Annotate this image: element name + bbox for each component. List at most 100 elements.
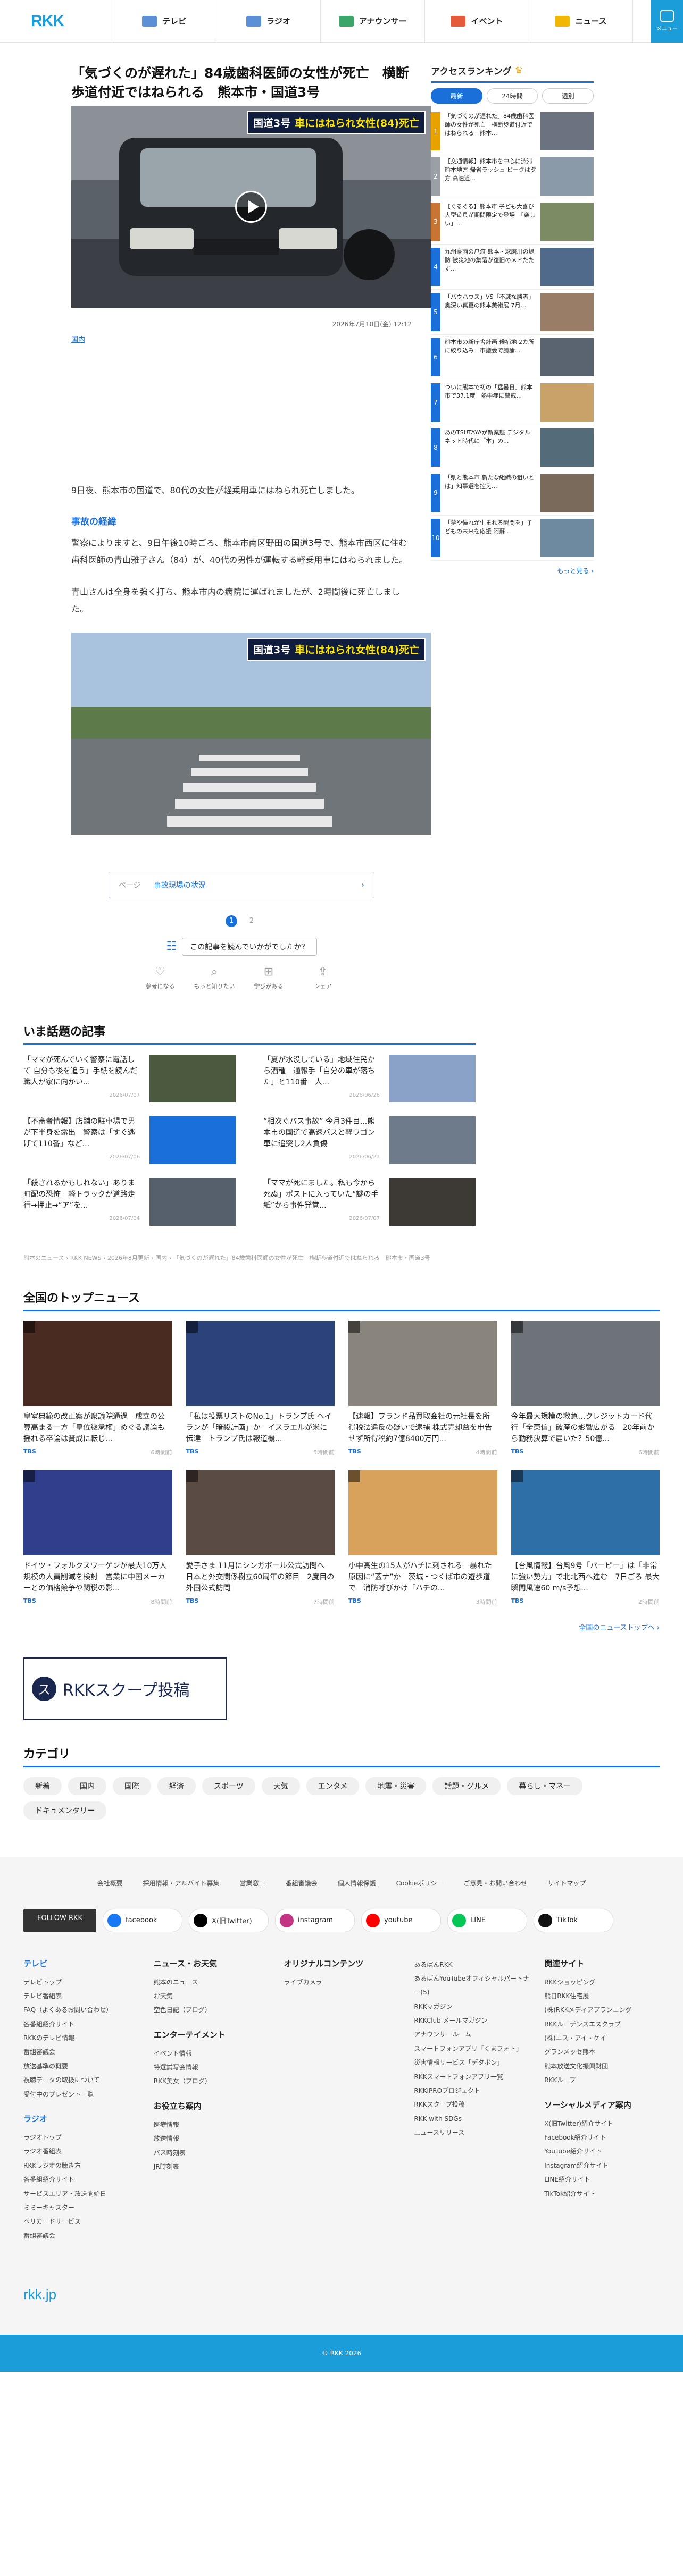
footer-item[interactable]: RKK美女（ブログ）: [154, 2074, 269, 2088]
scoop-banner[interactable]: ス RKKスクープ投稿: [23, 1657, 227, 1720]
footer-item[interactable]: アナウンサールーム: [414, 2027, 529, 2041]
footer-link[interactable]: 営業窓口: [240, 1879, 265, 1888]
reaction-learn[interactable]: ⊞ 学びがある: [246, 965, 291, 990]
footer-link[interactable]: 会社概要: [97, 1879, 123, 1888]
reaction-more[interactable]: ⌕ もっと知りたい: [192, 965, 237, 990]
footer-item[interactable]: TikTok紹介サイト: [544, 2187, 660, 2201]
footer-item[interactable]: (株)エス・アイ・ケイ: [544, 2031, 660, 2045]
footer-item[interactable]: 熊本放送文化振興財団: [544, 2059, 660, 2073]
footer-item[interactable]: 番組審議会: [23, 2229, 139, 2243]
footer-link[interactable]: Cookieポリシー: [396, 1879, 444, 1888]
footer-item[interactable]: テレビ番組表: [23, 1989, 139, 2003]
related-article[interactable]: 「殺されるかもしれない」ありま町配の恐怖 軽トラックが道路走行→押止→“ア”を.…: [23, 1177, 236, 1226]
topnews-item[interactable]: ドイツ・フォルクスワーゲンが最大10万人規模の人員削減を検討 営業に中国メーカー…: [23, 1470, 172, 1606]
category-link[interactable]: 国内: [71, 334, 85, 344]
footer-item[interactable]: あるばんRKK: [414, 1958, 529, 1972]
footer-item[interactable]: LINE紹介サイト: [544, 2173, 660, 2186]
footer-link[interactable]: ご意見・お問い合わせ: [463, 1879, 527, 1888]
footer-item[interactable]: RKKのテレビ情報: [23, 2031, 139, 2045]
category-chip[interactable]: 経済: [157, 1777, 196, 1795]
footer-item[interactable]: 熊本のニュース: [154, 1975, 269, 1989]
footer-item[interactable]: 熊日RKK住宅展: [544, 1989, 660, 2003]
footer-item[interactable]: RKKスマートフォンアプリ一覧: [414, 2070, 529, 2084]
page-1-button[interactable]: 1: [226, 915, 237, 927]
footer-item[interactable]: ニュースリリース: [414, 2126, 529, 2140]
topnews-item[interactable]: 小中高生の15人がハチに刺される 暴れた原因に“蓋ナ”か 茨城・つくば市の遊歩道…: [348, 1470, 497, 1606]
category-chip[interactable]: 話題・グルメ: [432, 1777, 501, 1795]
ranking-item[interactable]: 10 「夢や憧れが生まれる瞬間を」子どもの未来を応援 阿蘇...: [431, 516, 594, 561]
nav-item-4[interactable]: ニュース: [529, 0, 633, 43]
related-article[interactable]: 「ママが死にました。私も今から死ぬ」ポストに入っていた“謎の手紙”から事件発覚.…: [263, 1177, 476, 1226]
footer-item[interactable]: RKKループ: [544, 2073, 660, 2087]
footer-item[interactable]: Facebook紹介サイト: [544, 2131, 660, 2144]
category-chip[interactable]: 地震・災害: [365, 1777, 427, 1795]
footer-item[interactable]: X(旧Twitter)紹介サイト: [544, 2117, 660, 2131]
footer-link[interactable]: サイトマップ: [547, 1879, 586, 1888]
ranking-item[interactable]: 9 「県と熊本市 新たな組織の狙いとは」知事選を控え...: [431, 470, 594, 516]
topnews-item[interactable]: 【速報】ブランド品買取会社の元社長を所得税法違反の疑いで逮捕 株式売却益を申告せ…: [348, 1320, 497, 1457]
footer-item[interactable]: 特選試写会情報: [154, 2060, 269, 2074]
footer-item[interactable]: ラジオトップ: [23, 2131, 139, 2144]
nav-item-0[interactable]: テレビ: [112, 0, 216, 43]
topnews-more-link[interactable]: 全国のニューストップへ ›: [23, 1622, 660, 1632]
footer-item[interactable]: RKK with SDGs: [414, 2112, 529, 2126]
reaction-share[interactable]: ⇪ シェア: [301, 965, 345, 990]
nav-item-3[interactable]: イベント: [424, 0, 529, 43]
category-chip[interactable]: 新着: [23, 1777, 62, 1795]
footer-item[interactable]: 医療情報: [154, 2118, 269, 2132]
footer-link[interactable]: 採用情報・アルバイト募集: [143, 1879, 220, 1888]
footer-item[interactable]: (株)RKKメディアプランニング: [544, 2003, 660, 2017]
footer-item[interactable]: RKKラジオの聴き方: [23, 2159, 139, 2173]
category-chip[interactable]: スポーツ: [202, 1777, 255, 1795]
ranking-item[interactable]: 1 「気づくのが遅れた」84歳歯科医師の女性が死亡 横断歩道付近ではねられる 熊本…: [431, 109, 594, 154]
social-button[interactable]: TikTok: [534, 1908, 614, 1932]
related-article[interactable]: 「ママが死んでいく警察に電話して 自分も後を追う」手紙を読んだ職人が家に向かい.…: [23, 1054, 236, 1102]
topnews-item[interactable]: 愛子さま 11月にシンガポール公式訪問へ 日本と外交関係樹立60周年の節目 2度…: [186, 1470, 335, 1606]
ranking-item[interactable]: 2 【交通情報】熊本市を中心に渋滞 熊本地方 帰省ラッシュ ピークは夕方 高速道.…: [431, 154, 594, 199]
category-chip[interactable]: 天気: [261, 1777, 300, 1795]
footer-item[interactable]: RKKスクープ投稿: [414, 2098, 529, 2111]
ranking-item[interactable]: 7 ついに熊本で初の「猛暑日」熊本市で37.1度 熱中症に警戒...: [431, 380, 594, 425]
footer-item[interactable]: RKKClub メールマガジン: [414, 2014, 529, 2027]
related-article[interactable]: “相次ぐバス事故” 今月3件目...熊本市の国道で高速バスと軽ワゴン車に追突し2…: [263, 1116, 476, 1164]
footer-item[interactable]: 放送基準の概要: [23, 2059, 139, 2073]
footer-item[interactable]: ペリカードサービス: [23, 2215, 139, 2228]
topnews-item[interactable]: 皇室典範の改正案が衆議院通過 成立の公算高まる一方「皇位継承権」めぐる議論も 揺…: [23, 1320, 172, 1457]
footer-item[interactable]: スマートフォンアプリ「くまフォト」: [414, 2042, 529, 2056]
play-icon[interactable]: [235, 190, 267, 223]
footer-item[interactable]: ラジオ番組表: [23, 2144, 139, 2158]
footer-item[interactable]: YouTube紹介サイト: [544, 2144, 660, 2158]
category-chip[interactable]: ドキュメンタリー: [23, 1801, 106, 1820]
reaction-helpful[interactable]: ♡ 参考になる: [138, 965, 182, 990]
social-button[interactable]: youtube: [361, 1908, 442, 1932]
topnews-item[interactable]: 「私は投票リストのNo.1」トランプ氏 ヘイランが「暗殺計画」か イスラエルが米…: [186, 1320, 335, 1457]
footer-item[interactable]: FAQ（よくあるお問い合わせ）: [23, 2003, 139, 2017]
tab-weekly[interactable]: 週別: [542, 88, 594, 104]
footer-item[interactable]: イベント情報: [154, 2047, 269, 2060]
footer-item[interactable]: あるばんYouTubeオフィシャルパートナー(5): [414, 1972, 529, 2000]
footer-item[interactable]: 各番組紹介サイト: [23, 2017, 139, 2031]
tab-latest[interactable]: 最新: [431, 88, 482, 104]
footer-item[interactable]: RKKショッピング: [544, 1975, 660, 1989]
tab-24h[interactable]: 24時間: [486, 88, 538, 104]
footer-item[interactable]: 災害情報サービス「デタポン」: [414, 2056, 529, 2069]
footer-item[interactable]: サービスエリア・放送開始日: [23, 2187, 139, 2201]
footer-item[interactable]: グランメッセ熊本: [544, 2045, 660, 2059]
footer-item[interactable]: お天気: [154, 1989, 269, 2003]
next-page-link[interactable]: ページ 事故現場の状況 ›: [109, 871, 374, 898]
footer-item[interactable]: ミミーキャスター: [23, 2201, 139, 2215]
ranking-item[interactable]: 4 九州豪雨の爪痕 熊本・球磨川の堤防 被災地の集落が復旧のメドたたず...: [431, 245, 594, 290]
footer-logo[interactable]: rkk.jp: [23, 2286, 660, 2303]
footer-item[interactable]: RKKマガジン: [414, 2000, 529, 2014]
rkk-logo[interactable]: RKK: [0, 12, 112, 30]
footer-item[interactable]: 各番組紹介サイト: [23, 2173, 139, 2186]
nav-item-2[interactable]: アナウンサー: [320, 0, 424, 43]
footer-item[interactable]: 受付中のプレゼント一覧: [23, 2087, 139, 2101]
footer-item[interactable]: バス時刻表: [154, 2146, 269, 2160]
ranking-more-link[interactable]: もっと見る ›: [431, 566, 594, 575]
topnews-item[interactable]: 【台風情報】台風9号「パーピー」は「非常に強い勢力」で北北西へ進む 7日ごろ 最…: [511, 1470, 660, 1606]
social-button[interactable]: instagram: [275, 1908, 355, 1932]
footer-item[interactable]: Instagram紹介サイト: [544, 2159, 660, 2173]
footer-item[interactable]: 番組審議会: [23, 2045, 139, 2059]
related-article[interactable]: 【不審者情報】店舗の駐車場で男が下半身を露出 警察は「すぐ逃げて110番」など.…: [23, 1116, 236, 1164]
